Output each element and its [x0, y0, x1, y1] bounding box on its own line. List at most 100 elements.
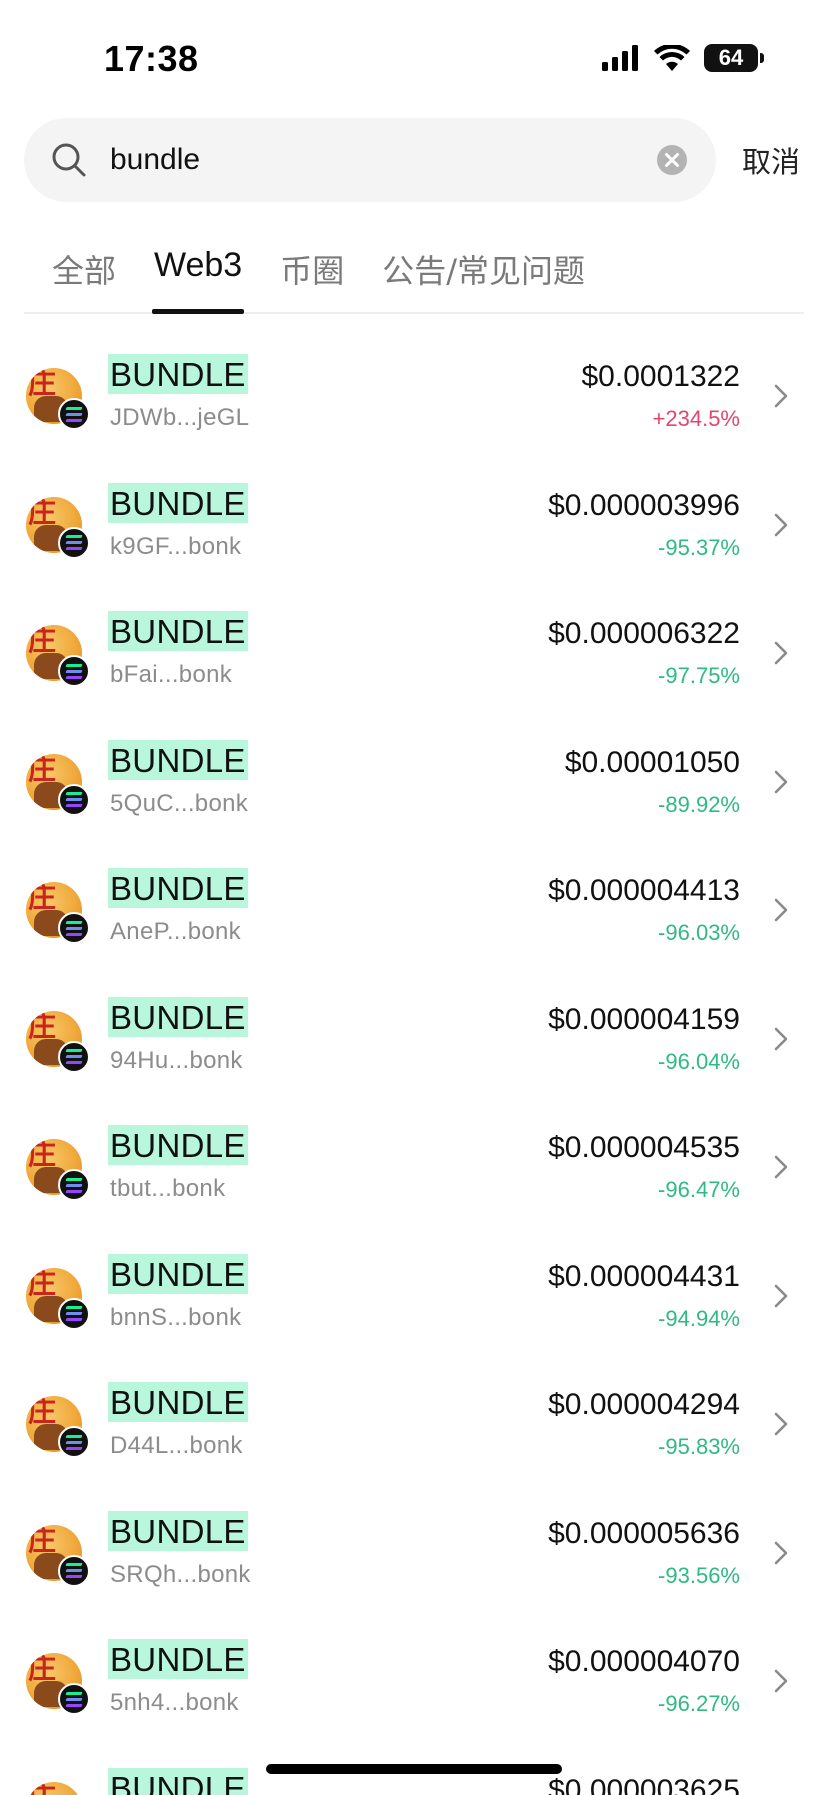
- solana-chain-icon: [58, 1169, 90, 1201]
- token-price: $0.000004431: [548, 1259, 740, 1293]
- price-change: -95.37%: [658, 534, 740, 560]
- logo-glyph: 庄: [28, 1139, 57, 1171]
- token-name: BUNDLE: [108, 1253, 248, 1294]
- token-price: $0.000004070: [548, 1645, 740, 1678]
- price-change: -96.27%: [658, 1691, 740, 1716]
- logo-glyph: 庄: [28, 1010, 57, 1043]
- signal-icon: [602, 45, 638, 71]
- token-address: AneP...bonk: [110, 918, 241, 945]
- token-name: BUNDLE: [108, 1639, 248, 1679]
- search-box[interactable]: [24, 118, 716, 202]
- token-address: 5nh4...bonk: [110, 1689, 239, 1716]
- solana-chain-icon: [58, 1297, 90, 1330]
- search-row: 取消: [24, 118, 804, 202]
- price-change: -95.83%: [658, 1434, 740, 1459]
- logo-glyph: 庄: [28, 496, 57, 529]
- token-name: BUNDLE: [108, 1767, 248, 1795]
- search-icon: [52, 143, 86, 177]
- price-change: +234.5%: [652, 406, 740, 431]
- token-name: BUNDLE: [108, 1382, 248, 1422]
- logo-glyph: 庄: [28, 368, 57, 400]
- token-name: BUNDLE: [108, 868, 248, 908]
- token-row[interactable]: 庄 BUNDLE tbut...bonk $0.000004535 -96.47%: [0, 1103, 828, 1232]
- token-address: 94Hu...bonk: [110, 1046, 243, 1074]
- logo-glyph: 庄: [28, 1783, 56, 1795]
- token-row[interactable]: 庄 BUNDLE AneP...bonk $0.000004413 -96.03%: [0, 846, 828, 975]
- token-name: BUNDLE: [108, 996, 248, 1037]
- battery-icon: 64: [704, 44, 764, 72]
- token-price: $0.000004535: [548, 1131, 740, 1164]
- chevron-right-icon: [774, 1412, 788, 1436]
- clear-icon[interactable]: [656, 144, 688, 176]
- status-icons: 64: [602, 44, 764, 72]
- solana-chain-icon: [58, 526, 90, 559]
- token-row[interactable]: 庄 BUNDLE bnnS...bonk $0.000004431 -94.94%: [0, 1232, 828, 1361]
- tab-all[interactable]: 全部: [50, 240, 118, 312]
- home-indicator: [266, 1764, 562, 1774]
- token-name: BUNDLE: [108, 1510, 248, 1551]
- solana-chain-icon: [58, 912, 90, 944]
- token-name: BUNDLE: [108, 1125, 248, 1165]
- chevron-right-icon: [774, 1284, 788, 1307]
- token-row[interactable]: 庄 BUNDLE k9GF...bonk $0.000003996 -95.37%: [0, 461, 828, 590]
- token-row[interactable]: 庄 BUNDLE 5QuC...bonk $0.00001050 -89.92%: [0, 718, 828, 847]
- token-address: 5QuC...bonk: [110, 789, 249, 817]
- token-price: $0.000006322: [548, 617, 740, 650]
- token-price: $0.000004294: [548, 1388, 740, 1421]
- solana-chain-icon: [58, 1040, 90, 1073]
- price-change: -94.94%: [658, 1305, 740, 1331]
- price-change: -96.47%: [658, 1177, 740, 1202]
- logo-glyph: 庄: [28, 1267, 57, 1300]
- tab-bar: 全部 Web3 币圈 公告/常见问题: [24, 240, 804, 314]
- tab-crypto[interactable]: 币圈: [278, 240, 346, 312]
- solana-chain-icon: [58, 1554, 90, 1587]
- token-logo-icon: 庄: [26, 1781, 82, 1795]
- cancel-button[interactable]: 取消: [742, 139, 800, 181]
- tab-web3[interactable]: Web3: [152, 240, 245, 314]
- status-bar: 17:38 64: [0, 0, 828, 110]
- logo-glyph: 庄: [28, 625, 57, 657]
- solana-chain-icon: [58, 1426, 90, 1458]
- price-change: -96.03%: [658, 920, 740, 945]
- chevron-right-icon: [774, 1669, 788, 1693]
- logo-glyph: 庄: [28, 1653, 57, 1685]
- solana-chain-icon: [58, 398, 90, 430]
- logo-glyph: 庄: [28, 753, 57, 786]
- solana-chain-icon: [58, 1683, 90, 1715]
- token-row[interactable]: 庄 BUNDLE JDWb...jeGL $0.0001322 +234.5%: [0, 332, 828, 461]
- token-row[interactable]: 庄 BUNDLE SRQh...bonk $0.000005636 -93.56%: [0, 1489, 828, 1618]
- token-row[interactable]: 庄 BUNDLE bFai...bonk $0.000006322 -97.75%: [0, 589, 828, 718]
- token-price: $0.000003996: [548, 488, 740, 522]
- token-name: BUNDLE: [108, 354, 248, 394]
- chevron-right-icon: [774, 1541, 788, 1564]
- search-input[interactable]: [110, 143, 656, 177]
- solana-chain-icon: [58, 783, 90, 816]
- token-price: $0.000004159: [548, 1002, 740, 1036]
- chevron-right-icon: [774, 641, 788, 665]
- token-name: BUNDLE: [108, 482, 248, 523]
- token-address: tbut...bonk: [110, 1175, 226, 1202]
- token-name: BUNDLE: [108, 739, 248, 780]
- logo-glyph: 庄: [28, 882, 57, 914]
- chevron-right-icon: [774, 770, 788, 793]
- token-price: $0.00001050: [564, 745, 740, 779]
- token-address: SRQh...bonk: [110, 1560, 251, 1588]
- price-change: -93.56%: [658, 1562, 740, 1588]
- token-address: D44L...bonk: [110, 1432, 243, 1459]
- token-row[interactable]: 庄 BUNDLE 5nh4...bonk $0.000004070 -96.27%: [0, 1617, 828, 1746]
- token-price: $0.0001322: [581, 360, 741, 393]
- chevron-right-icon: [774, 1155, 788, 1179]
- chevron-right-icon: [774, 1027, 788, 1050]
- logo-glyph: 庄: [28, 1524, 57, 1557]
- token-address: k9GF...bonk: [110, 532, 242, 560]
- token-list: 庄 BUNDLE JDWb...jeGL $0.0001322 +234.5% 庄 BUND…: [0, 332, 828, 1795]
- wifi-icon: [654, 45, 690, 71]
- tab-announcements-faq[interactable]: 公告/常见问题: [380, 240, 587, 312]
- logo-glyph: 庄: [28, 1396, 57, 1428]
- token-price: $0.000003625: [548, 1773, 740, 1795]
- chevron-right-icon: [774, 898, 788, 922]
- token-row[interactable]: 庄 BUNDLE D44L...bonk $0.000004294 -95.83%: [0, 1360, 828, 1489]
- token-row[interactable]: 庄 BUNDLE 94Hu...bonk $0.000004159 -96.04%: [0, 975, 828, 1104]
- price-change: -97.75%: [658, 663, 740, 688]
- token-address: JDWb...jeGL: [110, 404, 250, 431]
